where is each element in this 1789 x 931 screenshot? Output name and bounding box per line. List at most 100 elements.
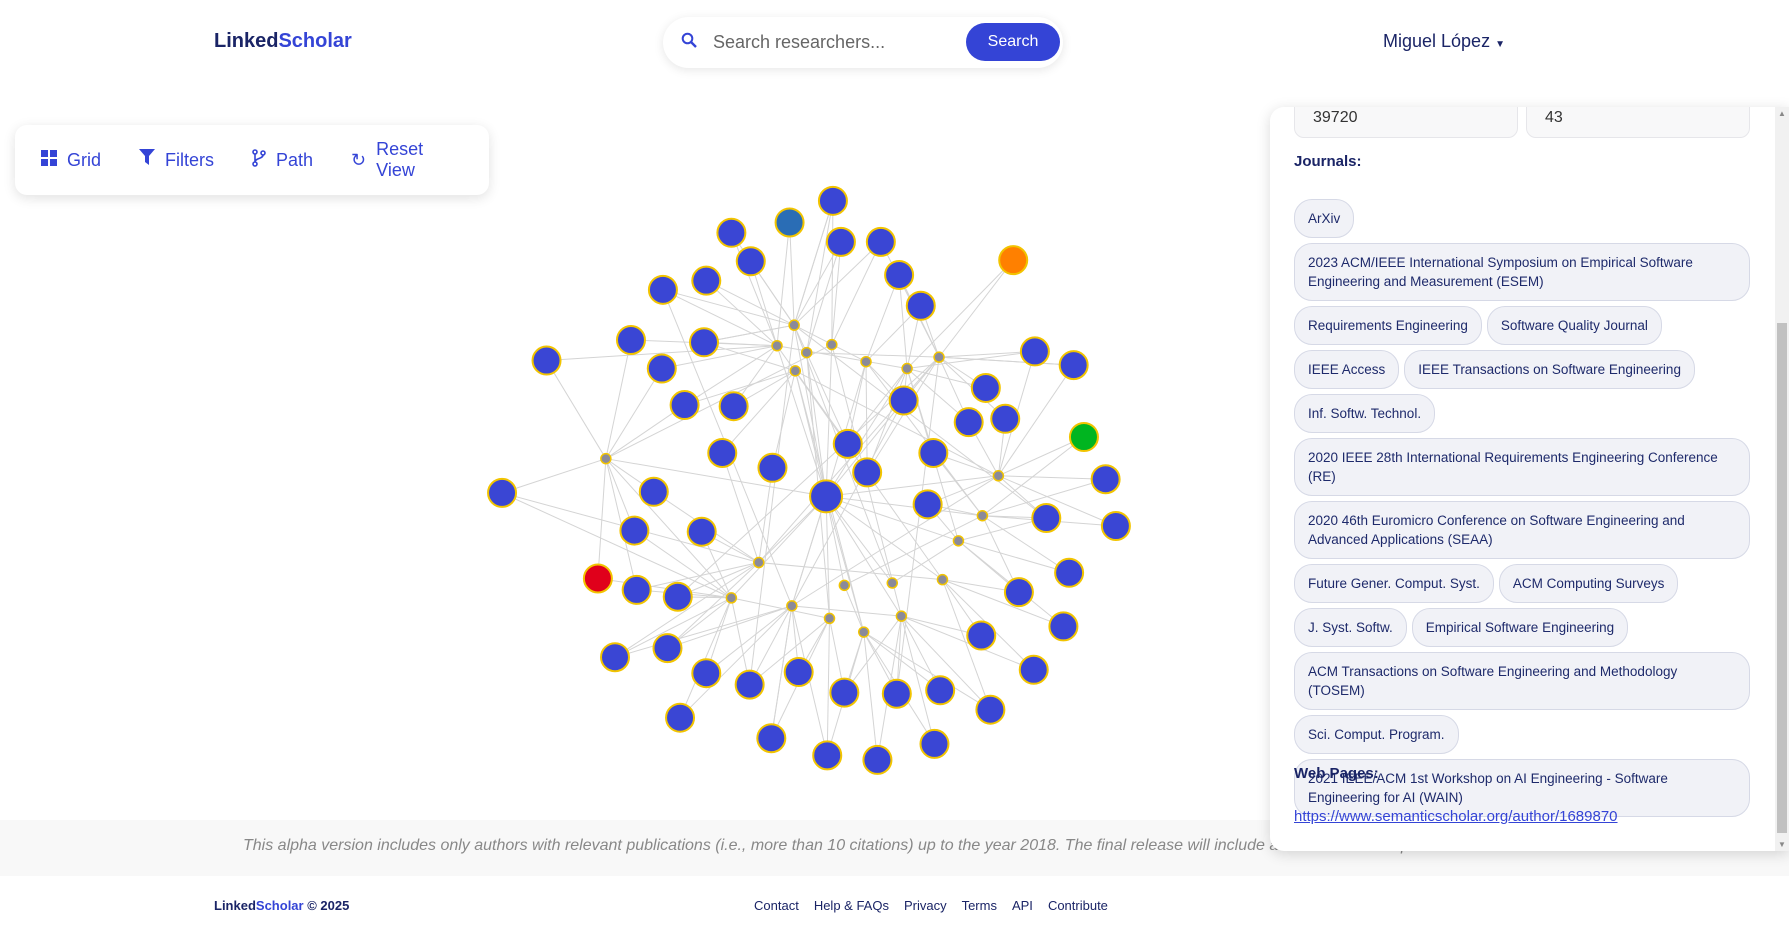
scrollbar-thumb[interactable] bbox=[1777, 323, 1787, 833]
paper-node[interactable] bbox=[823, 612, 836, 625]
author-node[interactable] bbox=[862, 744, 893, 775]
author-node[interactable] bbox=[1090, 464, 1121, 495]
path-button[interactable]: Path bbox=[252, 148, 313, 172]
author-node[interactable] bbox=[881, 678, 912, 709]
footer-link-help-faqs[interactable]: Help & FAQs bbox=[814, 898, 889, 913]
author-node[interactable] bbox=[686, 516, 717, 547]
author-node[interactable] bbox=[832, 428, 863, 459]
journal-chip[interactable]: ACM Computing Surveys bbox=[1498, 564, 1679, 603]
journal-chip[interactable]: Sci. Comput. Program. bbox=[1294, 715, 1459, 754]
paper-node[interactable] bbox=[600, 452, 612, 465]
paper-node[interactable] bbox=[771, 339, 783, 352]
paper-node[interactable] bbox=[886, 577, 899, 589]
author-node[interactable] bbox=[925, 675, 956, 706]
journal-chip[interactable]: Requirements Engineering bbox=[1294, 306, 1482, 345]
author-node[interactable] bbox=[990, 403, 1021, 434]
author-node[interactable] bbox=[1031, 503, 1062, 534]
author-node[interactable] bbox=[975, 694, 1006, 725]
author-node[interactable] bbox=[919, 728, 950, 759]
footer-link-terms[interactable]: Terms bbox=[962, 898, 997, 913]
scrollbar[interactable]: ▲ ▼ bbox=[1775, 107, 1789, 851]
author-node[interactable] bbox=[662, 581, 693, 612]
network-graph[interactable] bbox=[0, 0, 1270, 820]
paper-node[interactable] bbox=[952, 535, 965, 547]
author-node[interactable] bbox=[646, 353, 677, 384]
paper-node[interactable] bbox=[800, 346, 813, 359]
author-node[interactable] bbox=[531, 345, 562, 376]
paper-node[interactable] bbox=[786, 600, 798, 612]
author-node[interactable] bbox=[970, 372, 1001, 403]
author-node[interactable] bbox=[638, 476, 669, 507]
author-node[interactable] bbox=[1048, 611, 1079, 642]
author-node[interactable] bbox=[691, 658, 722, 689]
user-menu[interactable]: Miguel López ▼ bbox=[1383, 31, 1505, 52]
paper-node[interactable] bbox=[895, 610, 908, 622]
author-node[interactable] bbox=[884, 259, 915, 290]
author-node[interactable] bbox=[647, 274, 678, 305]
journal-chip[interactable]: 2020 IEEE 28th International Requirement… bbox=[1294, 438, 1750, 496]
author-node[interactable] bbox=[865, 226, 896, 257]
reset-view-button[interactable]: ↻ Reset View bbox=[351, 139, 451, 181]
author-node[interactable] bbox=[918, 437, 949, 468]
paper-node[interactable] bbox=[933, 351, 945, 363]
filters-button[interactable]: Filters bbox=[139, 149, 214, 171]
grid-button[interactable]: Grid bbox=[41, 149, 101, 171]
footer-link-privacy[interactable]: Privacy bbox=[904, 898, 947, 913]
author-node[interactable] bbox=[1018, 654, 1049, 685]
author-node[interactable] bbox=[1068, 422, 1099, 453]
paper-node[interactable] bbox=[976, 509, 989, 522]
journal-chip[interactable]: IEEE Transactions on Software Engineerin… bbox=[1404, 350, 1695, 389]
author-node[interactable] bbox=[852, 457, 883, 488]
author-node[interactable] bbox=[912, 489, 943, 520]
author-node[interactable] bbox=[735, 246, 766, 277]
author-node[interactable] bbox=[888, 385, 919, 416]
footer-link-contribute[interactable]: Contribute bbox=[1048, 898, 1108, 913]
author-node[interactable] bbox=[812, 740, 843, 771]
author-node[interactable] bbox=[998, 245, 1029, 276]
author-node[interactable] bbox=[905, 290, 936, 321]
journal-chip[interactable]: IEEE Access bbox=[1294, 350, 1400, 389]
paper-node[interactable] bbox=[788, 319, 800, 331]
author-node[interactable] bbox=[665, 702, 696, 733]
author-node[interactable] bbox=[809, 479, 844, 514]
paper-node[interactable] bbox=[901, 362, 913, 375]
paper-node[interactable] bbox=[725, 592, 738, 604]
journal-chip[interactable]: 2023 ACM/IEEE International Symposium on… bbox=[1294, 243, 1750, 301]
author-node[interactable] bbox=[953, 407, 984, 438]
author-node[interactable] bbox=[652, 633, 683, 664]
author-node[interactable] bbox=[1058, 350, 1089, 381]
paper-node[interactable] bbox=[826, 338, 838, 351]
scroll-up-icon[interactable]: ▲ bbox=[1778, 109, 1786, 118]
author-node[interactable] bbox=[757, 452, 788, 483]
author-node[interactable] bbox=[669, 390, 700, 421]
author-node[interactable] bbox=[599, 642, 630, 673]
author-node[interactable] bbox=[1054, 557, 1085, 588]
author-node[interactable] bbox=[716, 217, 747, 248]
author-node[interactable] bbox=[817, 185, 848, 216]
author-node[interactable] bbox=[966, 620, 997, 651]
author-node[interactable] bbox=[582, 563, 613, 594]
journal-chip[interactable]: Empirical Software Engineering bbox=[1411, 608, 1629, 647]
author-node[interactable] bbox=[1003, 577, 1034, 608]
web-page-link[interactable]: https://www.semanticscholar.org/author/1… bbox=[1294, 808, 1618, 825]
author-node[interactable] bbox=[688, 327, 719, 358]
journal-chip[interactable]: 2020 46th Euromicro Conference on Softwa… bbox=[1294, 501, 1750, 559]
footer-link-contact[interactable]: Contact bbox=[754, 898, 799, 913]
paper-node[interactable] bbox=[860, 355, 872, 368]
author-node[interactable] bbox=[756, 723, 787, 754]
author-node[interactable] bbox=[1100, 511, 1131, 542]
paper-node[interactable] bbox=[992, 470, 1005, 482]
scroll-down-icon[interactable]: ▼ bbox=[1778, 840, 1786, 849]
author-node[interactable] bbox=[691, 265, 722, 296]
author-node[interactable] bbox=[1019, 336, 1050, 367]
author-node[interactable] bbox=[621, 574, 652, 605]
paper-node[interactable] bbox=[789, 365, 802, 377]
paper-node[interactable] bbox=[936, 573, 949, 586]
author-node[interactable] bbox=[734, 669, 765, 700]
author-node[interactable] bbox=[718, 391, 749, 422]
author-node[interactable] bbox=[619, 515, 650, 546]
journal-chip[interactable]: ArXiv bbox=[1294, 199, 1355, 238]
paper-node[interactable] bbox=[857, 626, 870, 638]
author-node[interactable] bbox=[829, 677, 860, 708]
footer-link-api[interactable]: API bbox=[1012, 898, 1033, 913]
